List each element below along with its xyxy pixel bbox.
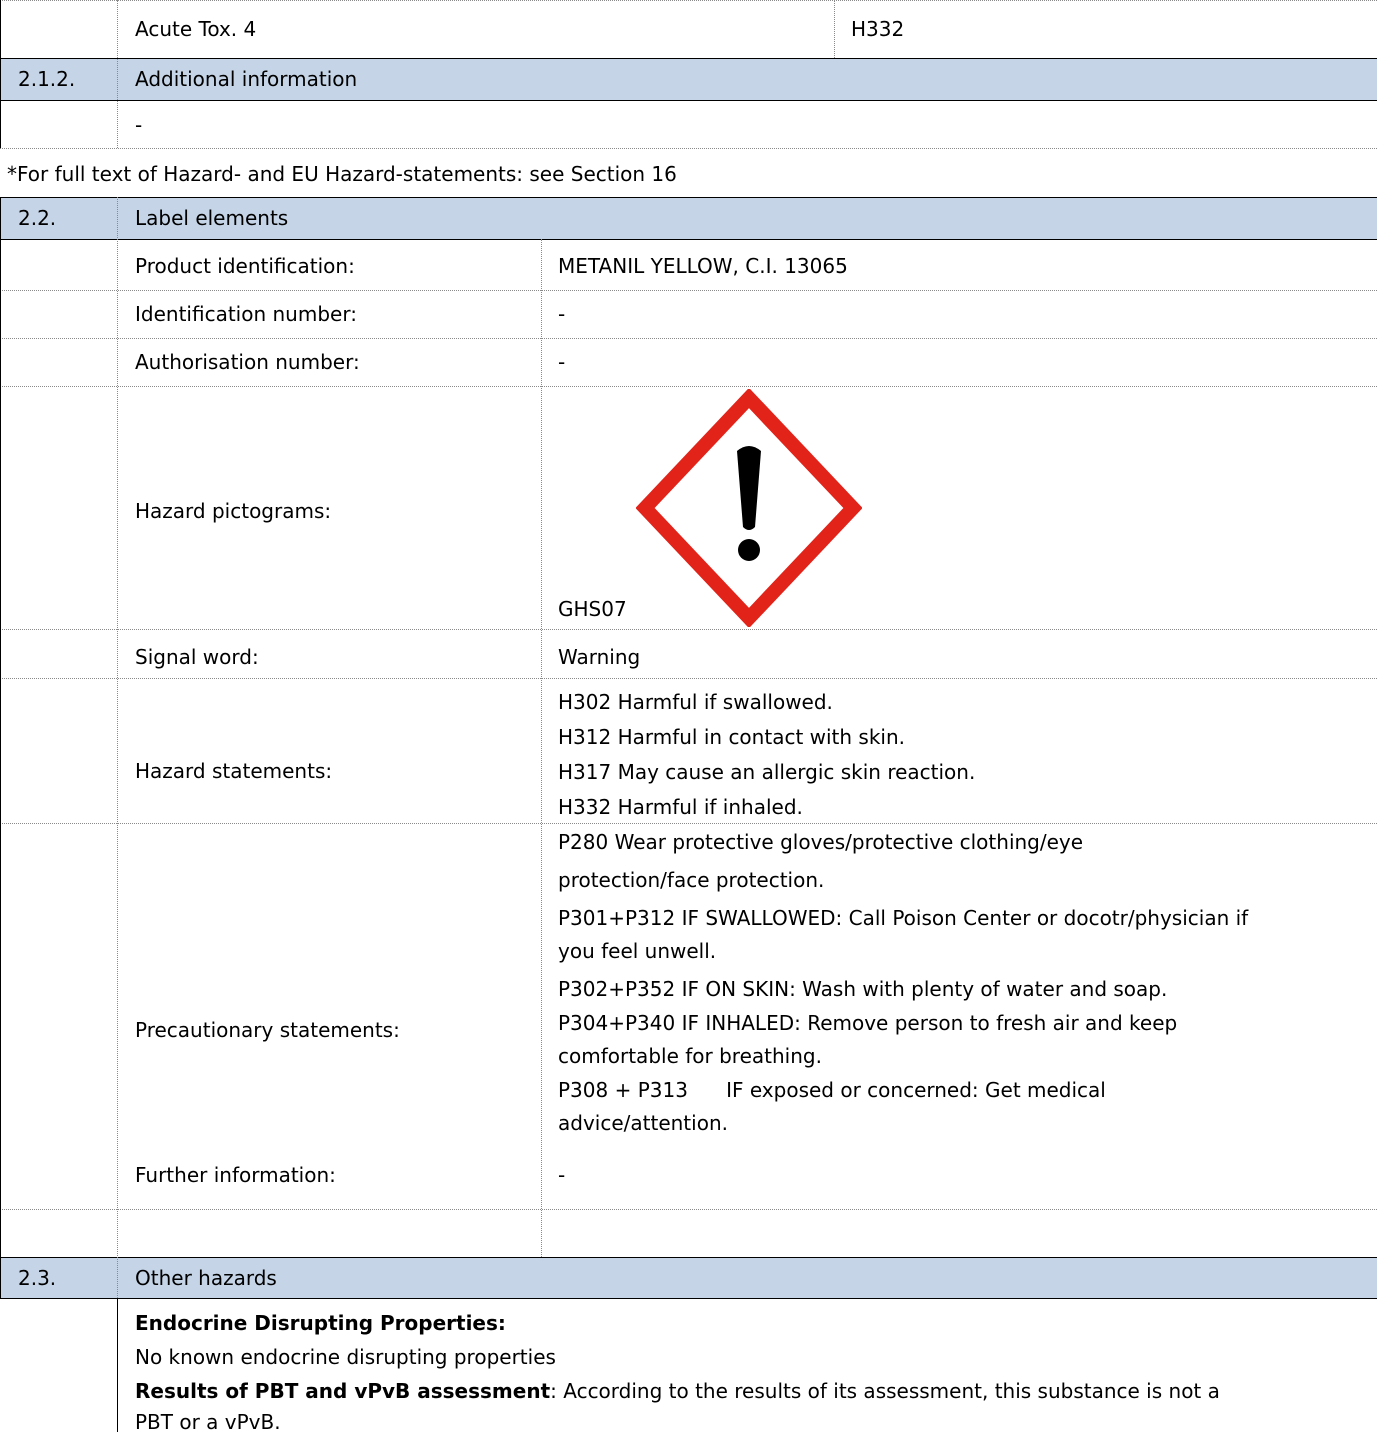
- section-2-3-title: Other hazards: [135, 1266, 277, 1290]
- rule: [0, 197, 1377, 198]
- product-identification-label: Product identification:: [135, 254, 355, 278]
- section-2-1-2-title: Additional information: [135, 67, 358, 91]
- precautionary-statement-line: you feel unwell.: [558, 939, 717, 963]
- precautionary-statement-line: P301+P312 IF SWALLOWED: Call Poison Cent…: [558, 906, 1249, 930]
- identification-number-value: -: [558, 302, 566, 326]
- precautionary-statement-line: P280 Wear protective gloves/protective c…: [558, 830, 1084, 854]
- rule: [0, 239, 1377, 240]
- rule: [0, 58, 1377, 59]
- hazard-statement: H332 Harmful if inhaled.: [558, 795, 803, 819]
- rule: [0, 1209, 1377, 1210]
- precautionary-statement-line: advice/attention.: [558, 1111, 728, 1135]
- precautionary-statement-line: P302+P352 IF ON SKIN: Wash with plenty o…: [558, 977, 1168, 1001]
- pictogram-code: GHS07: [558, 597, 627, 621]
- section-2-2-number: 2.2.: [18, 206, 57, 230]
- pbt-assessment-line: Results of PBT and vPvB assessment: Acco…: [135, 1379, 1220, 1403]
- pbt-heading: Results of PBT and vPvB assessment: [135, 1379, 551, 1403]
- endocrine-text: No known endocrine disrupting properties: [135, 1345, 556, 1369]
- rule: [117, 0, 118, 148]
- hazard-statement: H312 Harmful in contact with skin.: [558, 725, 906, 749]
- rule: [541, 239, 542, 1257]
- rule: [117, 1298, 118, 1432]
- signal-word-value: Warning: [558, 645, 641, 669]
- rule: [0, 0, 1, 148]
- precautionary-statements-label: Precautionary statements:: [135, 1018, 400, 1042]
- section-2-1-2-number: 2.1.2.: [18, 67, 76, 91]
- hazard-statement: H317 May cause an allergic skin reaction…: [558, 760, 976, 784]
- hazard-statements-label: Hazard statements:: [135, 759, 333, 783]
- rule: [0, 338, 1377, 339]
- signal-word-label: Signal word:: [135, 645, 259, 669]
- rule: [0, 197, 1, 1298]
- precautionary-statement-line: P308 + P313 IF exposed or concerned: Get…: [558, 1078, 1106, 1102]
- authorisation-number-label: Authorisation number:: [135, 350, 360, 374]
- rule: [0, 1298, 1377, 1299]
- classification-code: H332: [851, 17, 905, 41]
- hazard-pictograms-label: Hazard pictograms:: [135, 499, 332, 523]
- authorisation-number-value: -: [558, 350, 566, 374]
- additional-information-value: -: [135, 113, 143, 137]
- rule: [117, 197, 118, 1298]
- endocrine-heading: Endocrine Disrupting Properties:: [135, 1311, 506, 1335]
- pbt-text-continued: PBT or a vPvB.: [135, 1410, 281, 1434]
- rule: [0, 1257, 1377, 1258]
- exclamation-mark-pictogram-icon: [636, 389, 862, 627]
- rule: [0, 100, 1377, 101]
- further-information-label: Further information:: [135, 1163, 336, 1187]
- product-identification-value: METANIL YELLOW, C.I. 13065: [558, 254, 848, 278]
- rule: [0, 0, 1377, 1]
- rule: [0, 823, 1377, 824]
- full-text-note: *For full text of Hazard- and EU Hazard-…: [7, 162, 677, 186]
- section-2-3-number: 2.3.: [18, 1266, 57, 1290]
- identification-number-label: Identification number:: [135, 302, 357, 326]
- rule: [834, 0, 835, 58]
- section-2-2-title: Label elements: [135, 206, 289, 230]
- pbt-text: : According to the results of its assess…: [550, 1379, 1220, 1403]
- precautionary-statement-line: comfortable for breathing.: [558, 1044, 822, 1068]
- rule: [0, 678, 1377, 679]
- rule: [0, 386, 1377, 387]
- rule: [0, 148, 1377, 149]
- classification-label: Acute Tox. 4: [135, 17, 257, 41]
- further-information-value: -: [558, 1163, 566, 1187]
- precautionary-statement-line: P304+P340 IF INHALED: Remove person to f…: [558, 1011, 1178, 1035]
- precautionary-statement-line: protection/face protection.: [558, 868, 825, 892]
- hazard-statement: H302 Harmful if swallowed.: [558, 690, 833, 714]
- rule: [0, 629, 1377, 630]
- rule: [0, 290, 1377, 291]
